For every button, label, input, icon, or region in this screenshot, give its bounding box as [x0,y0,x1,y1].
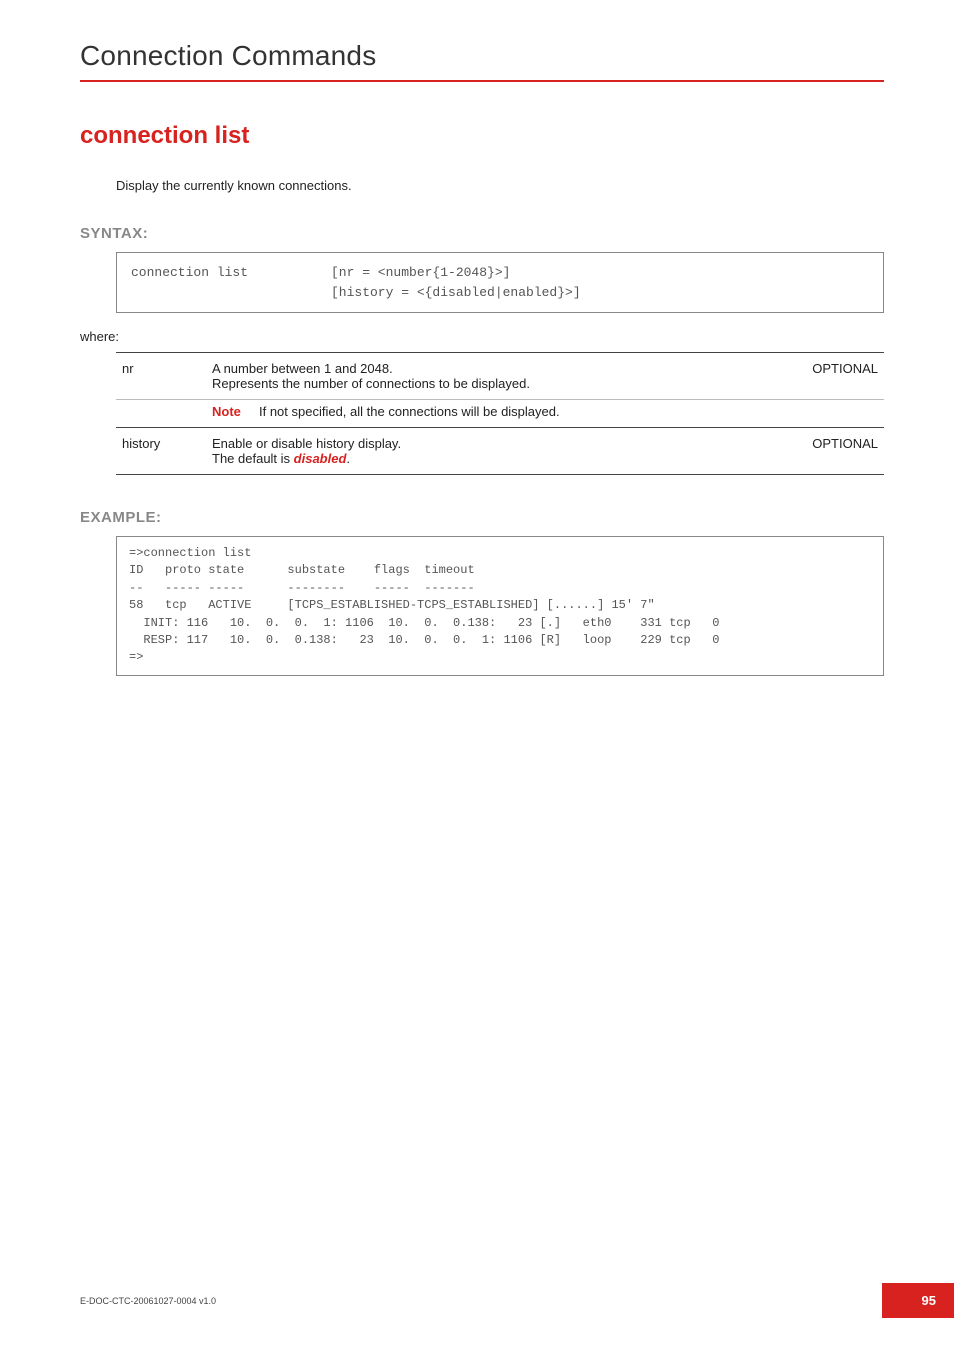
param-desc: A number between 1 and 2048. Represents … [206,353,784,400]
page-footer: E-DOC-CTC-20061027-0004 v1.0 95 [80,1283,954,1318]
example-heading: EXAMPLE: [80,509,884,526]
command-intro: Display the currently known connections. [116,178,884,193]
param-name: nr [116,353,206,400]
command-title: connection list [80,122,884,150]
param-name: history [116,428,206,475]
table-row-note: Note If not specified, all the connectio… [116,400,884,428]
parameter-table: nr A number between 1 and 2048. Represen… [116,352,884,475]
param-optional: OPTIONAL [784,353,884,400]
param-desc: Enable or disable history display. The d… [206,428,784,475]
table-row: history Enable or disable history displa… [116,428,884,475]
default-value: disabled [294,451,347,466]
example-box: =>connection list ID proto state substat… [116,536,884,676]
syntax-args-line1: [nr = <number{1-2048}>] [331,263,510,283]
param-optional: OPTIONAL [784,428,884,475]
syntax-heading: SYNTAX: [80,225,884,242]
where-label: where: [80,329,884,344]
title-divider [80,80,884,82]
section-title: Connection Commands [80,40,884,72]
syntax-command: connection list [131,263,331,283]
syntax-args-line2: [history = <{disabled|enabled}>] [331,283,581,303]
syntax-box: connection list [nr = <number{1-2048}>] … [116,252,884,313]
note-label: Note [212,404,241,419]
doc-id: E-DOC-CTC-20061027-0004 v1.0 [80,1296,216,1306]
note-text: If not specified, all the connections wi… [259,404,560,419]
page-number: 95 [882,1283,954,1318]
table-row: nr A number between 1 and 2048. Represen… [116,353,884,400]
